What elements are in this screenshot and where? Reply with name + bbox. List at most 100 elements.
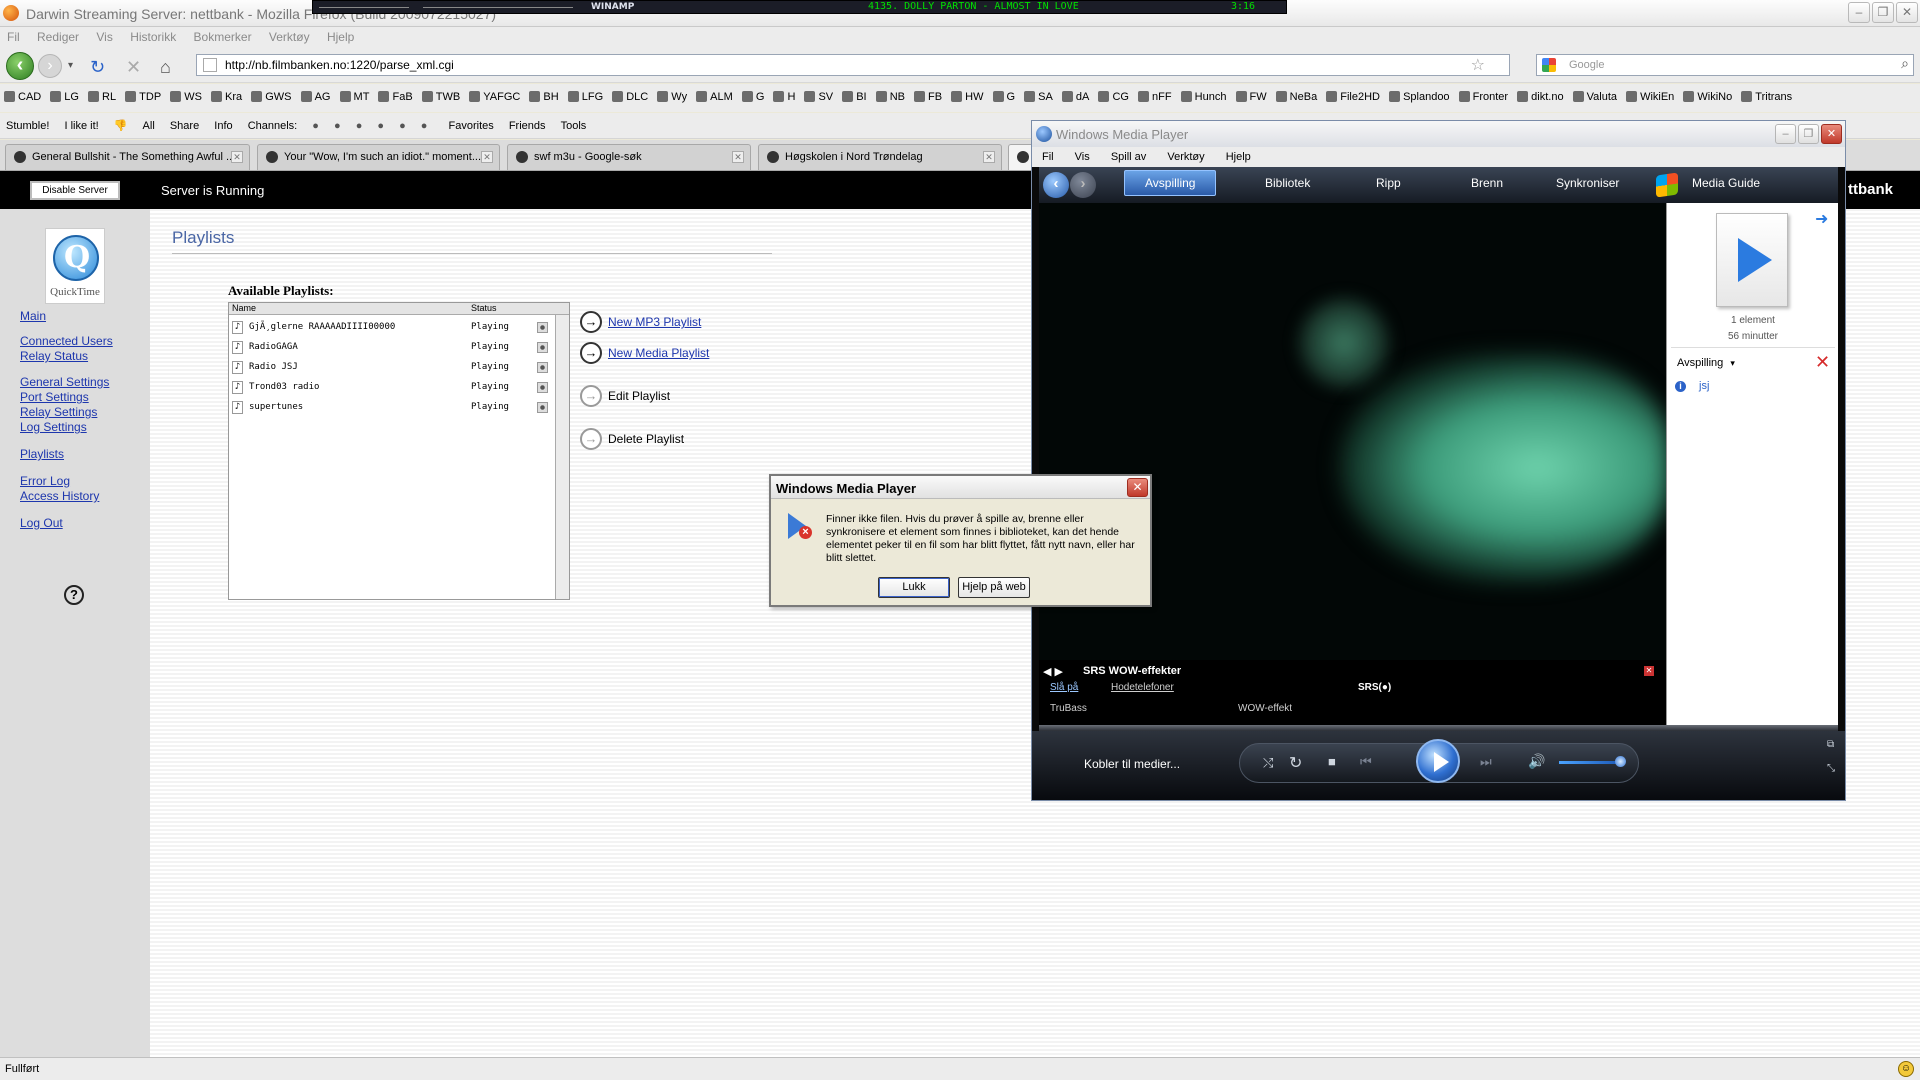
nav-relay-settings[interactable]: Relay Settings	[20, 405, 97, 419]
playlist-scrollbar[interactable]	[555, 315, 569, 599]
volume-slider[interactable]	[1559, 761, 1619, 764]
tab-close-icon[interactable]: ✕	[732, 151, 744, 163]
nav-port-settings[interactable]: Port Settings	[20, 390, 89, 404]
close-button[interactable]: ✕	[1896, 2, 1918, 23]
tab-close-icon[interactable]: ✕	[231, 151, 243, 163]
wmp-menu-hjelp[interactable]: Hjelp	[1216, 147, 1259, 163]
bookmark-item[interactable]: AG	[301, 91, 331, 103]
stop-icon[interactable]: ✕	[126, 57, 141, 78]
wmp-window[interactable]: Windows Media Player – ❐ ✕ Fil Vis Spill…	[1031, 120, 1846, 801]
wmp-tab-avspilling[interactable]: Avspilling	[1124, 170, 1217, 196]
bookmark-item[interactable]: CAD	[4, 91, 41, 103]
wmp-forward-icon[interactable]: ›	[1070, 172, 1096, 198]
volume-knob[interactable]	[1615, 756, 1626, 767]
next-icon[interactable]: ⏭	[1480, 754, 1492, 770]
bookmark-item[interactable]: Hunch	[1181, 91, 1227, 103]
maximize-button[interactable]: ❐	[1872, 2, 1894, 23]
bookmark-item[interactable]: FW	[1236, 91, 1267, 103]
tab-something-awful[interactable]: General Bullshit - The Something Awful .…	[5, 144, 250, 170]
dislike-icon[interactable]: 👎	[114, 119, 128, 132]
volume-icon[interactable]: 🔊	[1528, 753, 1545, 770]
nav-playlists[interactable]: Playlists	[20, 447, 64, 461]
playlist-stop-icon[interactable]	[537, 382, 548, 393]
wmp-tab-ripp[interactable]: Ripp	[1376, 176, 1401, 190]
playlist-stop-icon[interactable]	[537, 362, 548, 373]
table-row[interactable]: ♪ Radio JSJ Playing	[229, 358, 553, 376]
list-options-arrow-icon[interactable]: ➜	[1815, 209, 1828, 229]
nav-log-settings[interactable]: Log Settings	[20, 420, 87, 434]
bookmark-item[interactable]: TDP	[125, 91, 161, 103]
bookmark-item[interactable]: FaB	[378, 91, 412, 103]
column-name[interactable]: Name	[232, 303, 256, 313]
bookmark-item[interactable]: WikiEn	[1626, 91, 1674, 103]
tab-idiot-moment[interactable]: Your "Wow, I'm such an idiot." moment...…	[257, 144, 500, 170]
bookmark-item[interactable]: dA	[1062, 91, 1089, 103]
menu-verktoy[interactable]: Verktøy	[262, 27, 317, 44]
reload-icon[interactable]: ↻	[90, 57, 105, 78]
list-item[interactable]: jsj	[1699, 380, 1709, 392]
nav-access-history[interactable]: Access History	[20, 489, 99, 503]
table-row[interactable]: ♪ RadioGAGA Playing	[229, 338, 553, 356]
table-row[interactable]: ♪ supertunes Playing	[229, 398, 553, 416]
wmp-menu-verktoy[interactable]: Verktøy	[1157, 147, 1212, 163]
wmp-menu-vis[interactable]: Vis	[1065, 147, 1098, 163]
bookmark-item[interactable]: NeBa	[1276, 91, 1318, 103]
bookmark-item[interactable]: G	[993, 91, 1016, 103]
share-button[interactable]: Share	[170, 120, 199, 132]
help-icon[interactable]: ?	[64, 585, 84, 605]
wmp-tab-synkroniser[interactable]: Synkroniser	[1556, 176, 1619, 190]
bookmark-item[interactable]: Splandoo	[1389, 91, 1450, 103]
tools-button[interactable]: Tools	[561, 120, 587, 132]
disable-server-button[interactable]: Disable Server	[30, 181, 120, 200]
bookmark-item[interactable]: WikiNo	[1683, 91, 1732, 103]
bookmark-item[interactable]: H	[773, 91, 795, 103]
bookmark-item[interactable]: HW	[951, 91, 983, 103]
nav-relay-status[interactable]: Relay Status	[20, 349, 88, 363]
bookmark-item[interactable]: DLC	[612, 91, 648, 103]
bookmark-item[interactable]: nFF	[1138, 91, 1172, 103]
tab-close-icon[interactable]: ✕	[481, 151, 493, 163]
wmp-close-button[interactable]: ✕	[1821, 124, 1842, 144]
bookmark-item[interactable]: G	[742, 91, 765, 103]
wmp-minimize-button[interactable]: –	[1775, 124, 1796, 144]
bookmark-item[interactable]: NB	[876, 91, 905, 103]
list-title-dropdown[interactable]: Avspilling ▾	[1677, 357, 1735, 369]
srs-enable-link[interactable]: Slå på	[1050, 682, 1078, 693]
stop-icon[interactable]: ■	[1328, 754, 1336, 769]
bookmark-item[interactable]: SA	[1024, 91, 1053, 103]
menu-historikk[interactable]: Historikk	[123, 27, 183, 44]
arrow-right-icon[interactable]: →	[580, 342, 602, 364]
bookmark-item[interactable]: dikt.no	[1517, 91, 1563, 103]
playlist-table[interactable]: Name Status ♪ GjÃ¸glerne RAAAAADIIII0000…	[228, 302, 570, 600]
channel-icons[interactable]: ● ● ● ● ● ●	[312, 120, 433, 132]
nav-main[interactable]: Main	[20, 309, 46, 323]
table-row[interactable]: ♪ Trond03 radio Playing	[229, 378, 553, 396]
bookmark-item[interactable]: Wy	[657, 91, 687, 103]
nav-log-out[interactable]: Log Out	[20, 516, 63, 530]
nav-general-settings[interactable]: General Settings	[20, 375, 109, 389]
nav-error-log[interactable]: Error Log	[20, 474, 70, 488]
compact-mode-icon[interactable]: ⤡	[1827, 763, 1835, 774]
bookmark-item[interactable]: LG	[50, 91, 79, 103]
bookmark-item[interactable]: ALM	[696, 91, 733, 103]
nav-connected-users[interactable]: Connected Users	[20, 334, 113, 348]
menu-rediger[interactable]: Rediger	[30, 27, 86, 44]
friends-button[interactable]: Friends	[509, 120, 546, 132]
bookmark-item[interactable]: MT	[340, 91, 370, 103]
bookmark-item[interactable]: GWS	[251, 91, 291, 103]
help-web-button[interactable]: Hjelp på web	[958, 577, 1030, 598]
menu-bokmerker[interactable]: Bokmerker	[187, 27, 259, 44]
like-button[interactable]: I like it!	[64, 120, 98, 132]
new-media-playlist-link[interactable]: New Media Playlist	[608, 346, 709, 360]
tab-close-icon[interactable]: ✕	[983, 151, 995, 163]
search-input[interactable]: Google ⌕	[1536, 54, 1914, 76]
bookmark-item[interactable]: Kra	[211, 91, 242, 103]
wmp-tab-bibliotek[interactable]: Bibliotek	[1265, 176, 1310, 190]
close-dialog-button[interactable]: Lukk	[878, 577, 950, 598]
tab-hogskolen[interactable]: Høgskolen i Nord Trøndelag ✕	[758, 144, 1002, 170]
shuffle-icon[interactable]: ⤭	[1263, 755, 1273, 771]
playlist-stop-icon[interactable]	[537, 322, 548, 333]
url-bar[interactable]: http://nb.filmbanken.no:1220/parse_xml.c…	[196, 54, 1510, 76]
srs-headphones-link[interactable]: Hodetelefoner	[1111, 682, 1174, 693]
playlist-stop-icon[interactable]	[537, 402, 548, 413]
